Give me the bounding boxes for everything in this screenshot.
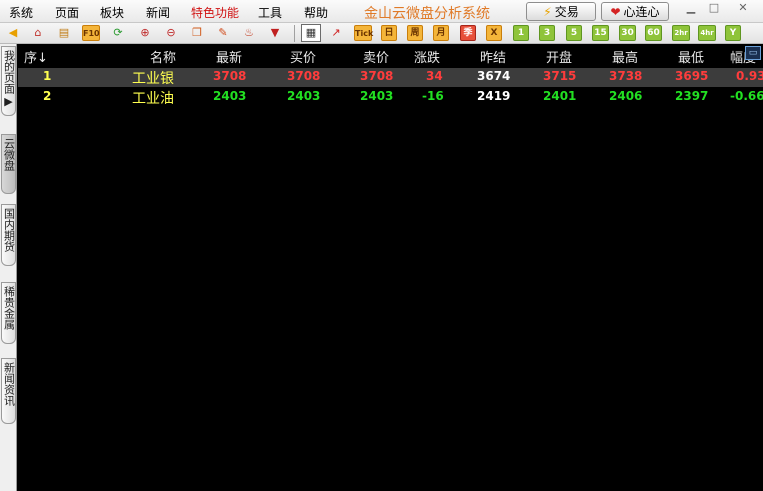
app-title: 金山云微盘分析系统 xyxy=(364,6,490,22)
cell-ask: 2403 xyxy=(360,89,394,103)
toolbar-divider xyxy=(294,25,295,42)
f10-icon[interactable]: F10 xyxy=(82,25,100,41)
side-tab-cloud-micro-label: 云微盘 xyxy=(2,138,16,171)
window-layout-icon[interactable]: ▭ xyxy=(745,46,761,60)
maximize-icon[interactable]: □ xyxy=(704,1,724,15)
document-icon[interactable]: ▤ xyxy=(56,25,72,41)
menu-system[interactable]: 系统 xyxy=(9,4,33,21)
heart-connect-button[interactable]: ❤ 心连心 xyxy=(601,2,669,21)
period-week-button[interactable]: 周 xyxy=(407,25,423,41)
column-header-bid[interactable]: 买价 xyxy=(290,47,316,66)
column-header-last[interactable]: 最新 xyxy=(216,47,242,66)
column-header-name[interactable]: 名称 xyxy=(150,47,176,66)
copy-icon[interactable]: ❐ xyxy=(189,25,205,41)
side-tab-domestic-futures-label: 国内期货 xyxy=(2,208,16,252)
menu-special-features[interactable]: 特色功能 xyxy=(191,4,239,21)
side-tab-precious-metals[interactable]: 稀贵金属 xyxy=(1,282,16,344)
side-tab-precious-metals-label: 稀贵金属 xyxy=(2,286,16,330)
cell-low: 2397 xyxy=(675,89,709,103)
side-tab-domestic-futures[interactable]: 国内期货 xyxy=(1,204,16,266)
side-tab-bar: 我的页面 ▶ 云微盘 国内期货 稀贵金属 新闻资讯 xyxy=(0,44,17,491)
close-icon[interactable]: ✕ xyxy=(733,1,753,15)
cell-last: 2403 xyxy=(213,89,247,103)
period-3min-button[interactable]: 3 xyxy=(539,25,555,41)
toolbar: ◀ ⌂ ▤ F10 ⟳ ⊕ ⊖ ❐ ✎ ♨ ▼ ▦ ↗ Tick 日 周 月 季… xyxy=(0,23,763,44)
heart-connect-label: 心连心 xyxy=(623,5,660,19)
cell-ask: 3708 xyxy=(360,69,394,83)
cell-pct: 0.93 xyxy=(736,69,763,83)
period-4hr-button[interactable]: 4hr xyxy=(698,25,716,41)
cell-open: 2401 xyxy=(543,89,577,103)
column-header-ask[interactable]: 卖价 xyxy=(363,47,389,66)
side-tab-news[interactable]: 新闻资讯 xyxy=(1,358,16,424)
menu-help[interactable]: 帮助 xyxy=(304,4,328,21)
minimize-icon[interactable]: ▁ xyxy=(681,1,701,15)
cell-prev-settle: 2419 xyxy=(477,89,511,103)
menu-news[interactable]: 新闻 xyxy=(146,4,170,21)
cell-seq: 1 xyxy=(43,69,52,83)
cell-open: 3715 xyxy=(543,69,577,83)
period-day-button[interactable]: 日 xyxy=(381,25,397,41)
column-header-low[interactable]: 最低 xyxy=(678,47,704,66)
column-header-change[interactable]: 涨跌 xyxy=(414,47,440,66)
filter-icon[interactable]: ▼ xyxy=(267,25,283,41)
draw-pen-icon[interactable]: ✎ xyxy=(215,25,231,41)
cell-change: -16 xyxy=(422,89,444,103)
table-row[interactable]: 1 工业银 3708 3708 3708 34 3674 3715 3738 3… xyxy=(18,68,763,87)
zoom-in-icon[interactable]: ⊕ xyxy=(137,25,153,41)
column-header-open[interactable]: 开盘 xyxy=(546,47,572,66)
cell-high: 2406 xyxy=(609,89,643,103)
quote-list-icon[interactable]: ▦ xyxy=(301,24,321,42)
period-tick-button[interactable]: Tick xyxy=(354,25,373,41)
cell-change: 34 xyxy=(426,69,443,83)
zoom-out-icon[interactable]: ⊖ xyxy=(163,25,179,41)
trade-button-label: 交易 xyxy=(554,5,579,19)
menu-page[interactable]: 页面 xyxy=(55,4,79,21)
cell-high: 3738 xyxy=(609,69,643,83)
period-5min-button[interactable]: 5 xyxy=(566,25,582,41)
bell-icon[interactable]: ♨ xyxy=(241,25,257,41)
cell-name: 工业油 xyxy=(132,91,174,107)
chevron-right-icon: ▶ xyxy=(4,95,13,108)
column-header-prev-settle[interactable]: 昨结 xyxy=(480,47,506,66)
cell-name: 工业银 xyxy=(132,71,174,87)
quote-table: 序↓ 名称 最新 买价 卖价 涨跌 昨结 开盘 最高 最低 幅度 ▭ 1 工业银… xyxy=(18,44,763,491)
back-arrow-icon[interactable]: ◀ xyxy=(5,25,21,41)
table-row[interactable]: 2 工业油 2403 2403 2403 -16 2419 2401 2406 … xyxy=(18,88,763,107)
cell-seq: 2 xyxy=(43,89,52,103)
cell-bid: 2403 xyxy=(287,89,321,103)
period-1min-button[interactable]: 1 xyxy=(513,25,529,41)
side-tab-my-page[interactable]: 我的页面 ▶ xyxy=(1,46,16,116)
cell-last: 3708 xyxy=(213,69,247,83)
side-tab-cloud-micro[interactable]: 云微盘 xyxy=(1,134,16,194)
menu-tools[interactable]: 工具 xyxy=(258,4,282,21)
home-icon[interactable]: ⌂ xyxy=(30,25,46,41)
side-tab-news-label: 新闻资讯 xyxy=(2,362,16,406)
period-year-button[interactable]: Y xyxy=(725,25,741,41)
trade-button[interactable]: ⚡ 交易 xyxy=(526,2,596,21)
heart-icon: ❤ xyxy=(610,4,621,19)
side-tab-my-page-label: 我的页面 xyxy=(2,50,16,94)
period-x-button[interactable]: X xyxy=(486,25,502,41)
period-30min-button[interactable]: 30 xyxy=(619,25,636,41)
period-season-button[interactable]: 季 xyxy=(460,25,476,41)
column-header-seq[interactable]: 序↓ xyxy=(24,47,48,66)
menu-bar: 系统 页面 板块 新闻 特色功能 工具 帮助 金山云微盘分析系统 ⚡ 交易 ❤ … xyxy=(0,0,763,23)
period-60min-button[interactable]: 60 xyxy=(645,25,662,41)
period-15min-button[interactable]: 15 xyxy=(592,25,609,41)
cell-pct: -0.66 xyxy=(730,89,763,103)
cell-low: 3695 xyxy=(675,69,709,83)
menu-sector[interactable]: 板块 xyxy=(100,4,124,21)
period-month-button[interactable]: 月 xyxy=(433,25,449,41)
lightning-icon: ⚡ xyxy=(543,4,552,19)
column-header-high[interactable]: 最高 xyxy=(612,47,638,66)
refresh-icon[interactable]: ⟳ xyxy=(110,25,126,41)
cell-prev-settle: 3674 xyxy=(477,69,511,83)
cell-bid: 3708 xyxy=(287,69,321,83)
chart-line-icon[interactable]: ↗ xyxy=(328,25,344,41)
period-2hr-button[interactable]: 2hr xyxy=(672,25,690,41)
